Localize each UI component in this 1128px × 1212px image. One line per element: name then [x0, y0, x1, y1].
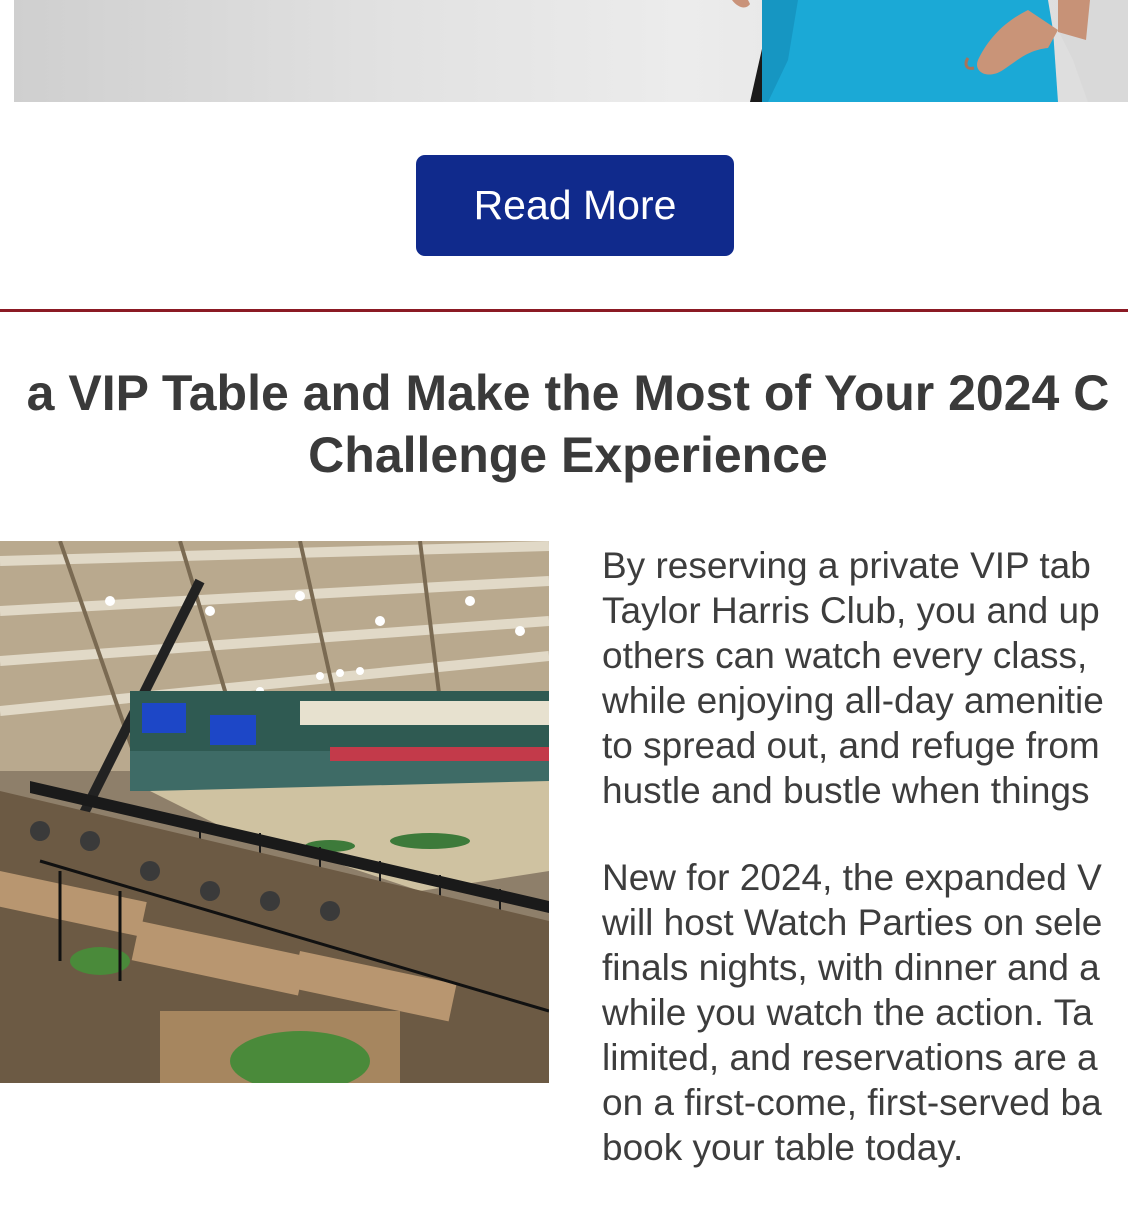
section-headline: a VIP Table and Make the Most of Your 20… [0, 362, 1128, 486]
body-line: By reserving a private VIP tab [602, 545, 1091, 586]
body-line: book your table today. [602, 1127, 964, 1168]
body-line: finals nights, with dinner and a [602, 947, 1100, 988]
arena-photo [0, 541, 549, 1083]
body-line: while you watch the action. Ta [602, 992, 1093, 1033]
arena-photo-icon [0, 541, 549, 1083]
body-line: to spread out, and refuge from [602, 725, 1100, 766]
headline-line-1: a VIP Table and Make the Most of Your 20… [26, 365, 1110, 421]
body-line: others can watch every class, [602, 635, 1088, 676]
body-line: limited, and reservations are a [602, 1037, 1098, 1078]
headline-line-2: Challenge Experience [308, 427, 828, 483]
read-more-button[interactable]: Read More [416, 155, 734, 256]
body-paragraph-2: New for 2024, the expanded V will host W… [602, 855, 1128, 1170]
body-paragraph-1: By reserving a private VIP tab Taylor Ha… [602, 543, 1128, 813]
body-line: while enjoying all-day amenitie [602, 680, 1104, 721]
body-line: on a first-come, first-served ba [602, 1082, 1102, 1123]
body-line: will host Watch Parties on sele [602, 902, 1103, 943]
section-body: By reserving a private VIP tab Taylor Ha… [602, 543, 1128, 1212]
body-line: New for 2024, the expanded V [602, 857, 1102, 898]
person-photo-icon [732, 0, 1128, 102]
body-line: hustle and bustle when things [602, 770, 1090, 811]
section-divider [0, 309, 1128, 312]
body-line: Taylor Harris Club, you and up [602, 590, 1100, 631]
hero-image [14, 0, 1128, 102]
